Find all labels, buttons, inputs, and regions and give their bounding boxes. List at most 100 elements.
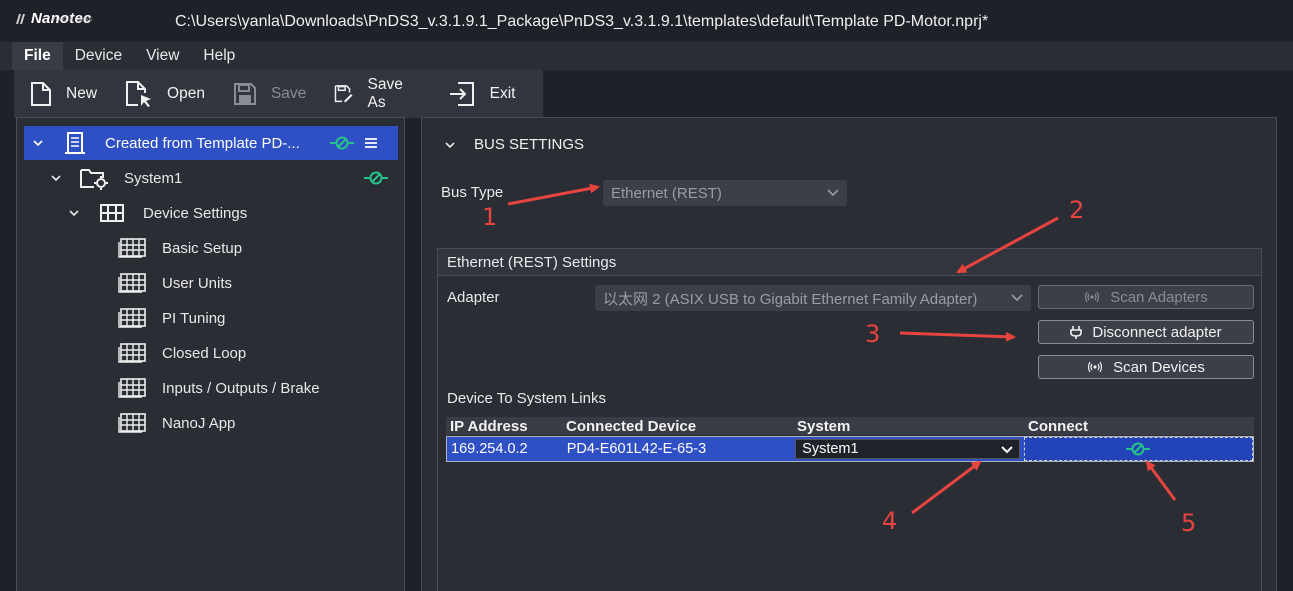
system-select[interactable]: System1 [795, 439, 1021, 459]
system-folder-gear-icon [80, 169, 108, 190]
save-as-icon [335, 85, 353, 103]
bus-type-value: Ethernet (REST) [611, 184, 722, 202]
annotation-label-1: 1 [482, 203, 498, 231]
logo-mark-icon [16, 13, 25, 24]
menu-bar: File Device View Help [0, 42, 1293, 70]
menu-file[interactable]: File [12, 42, 63, 70]
device-links-table: IP Address Connected Device System Conne… [446, 417, 1254, 462]
adapter-select[interactable]: 以太网 2 (ASIX USB to Gigabit Ethernet Fami… [595, 285, 1031, 311]
window-title: C:\Users\yanla\Downloads\PnDS3_v.3.1.9.1… [175, 13, 989, 30]
scan-devices-label: Scan Devices [1113, 358, 1205, 376]
tree-child-label: PI Tuning [162, 309, 226, 327]
scan-adapters-label: Scan Adapters [1110, 288, 1208, 306]
menu-icon[interactable] [365, 137, 377, 149]
open-button[interactable]: Open [125, 80, 205, 108]
new-button[interactable]: New [30, 81, 97, 107]
tree-child-label: Inputs / Outputs / Brake [162, 379, 320, 397]
ethernet-settings-title: Ethernet (REST) Settings [438, 249, 1261, 276]
header-ip-address: IP Address [450, 417, 528, 435]
annotation-label-5: 5 [1181, 509, 1197, 537]
header-system: System [797, 417, 851, 435]
save-as-label: Save As [367, 76, 403, 111]
chevron-down-icon[interactable] [68, 207, 80, 219]
save-as-button[interactable]: Save As [334, 76, 409, 112]
annotation-label-3: 3 [865, 320, 881, 348]
chevron-down-icon [1011, 294, 1023, 302]
annotation-label-4: 4 [882, 507, 898, 535]
table-grid-icon [118, 413, 146, 433]
chevron-down-icon [827, 189, 839, 197]
connected-plug-icon [364, 171, 388, 185]
chevron-down-icon[interactable] [32, 137, 44, 149]
table-grid-icon [118, 308, 146, 328]
chevron-down-icon [1001, 446, 1013, 454]
tree-item-inputs-outputs-brake[interactable]: Inputs / Outputs / Brake [17, 371, 406, 405]
scan-devices-button[interactable]: Scan Devices [1038, 355, 1254, 379]
tree-item-system[interactable]: System1 [17, 161, 406, 195]
menu-device[interactable]: Device [63, 42, 134, 70]
bus-type-label: Bus Type [441, 184, 504, 201]
table-grid-icon [118, 238, 146, 258]
bus-settings-panel: BUS SETTINGS Bus Type Ethernet (REST) Et… [421, 117, 1277, 591]
connect-toggle-button[interactable] [1023, 437, 1253, 461]
system-value: System1 [802, 441, 859, 457]
project-icon [65, 132, 85, 154]
tree-child-label: Closed Loop [162, 344, 247, 362]
table-grid-icon [118, 378, 146, 398]
tree-item-pi-tuning[interactable]: PI Tuning [17, 301, 406, 335]
new-label: New [66, 85, 98, 102]
tree-child-label: NanoJ App [162, 414, 236, 432]
tree-system-label: System1 [124, 169, 183, 187]
bus-settings-title: BUS SETTINGS [474, 136, 585, 153]
bus-settings-header[interactable]: BUS SETTINGS [444, 136, 584, 153]
save-disk-icon [233, 83, 256, 105]
table-row[interactable]: 169.254.0.2 PD4-E601L42-E-65-3 System1 [446, 436, 1254, 462]
table-header: IP Address Connected Device System Conne… [446, 417, 1254, 435]
tree-item-user-units[interactable]: User Units [17, 266, 406, 300]
connected-plug-icon [330, 136, 354, 150]
tree-item-nanoj-app[interactable]: NanoJ App [17, 406, 406, 440]
bus-type-select[interactable]: Ethernet (REST) [603, 180, 847, 206]
open-label: Open [167, 85, 205, 102]
project-tree-panel: Created from Template PD-... System1 Dev… [16, 117, 405, 591]
exit-icon [449, 82, 474, 106]
save-button[interactable]: Save [233, 82, 306, 106]
scan-adapters-button[interactable]: Scan Adapters [1038, 285, 1254, 309]
table-grid-icon [118, 343, 146, 363]
tree-child-label: Basic Setup [162, 239, 243, 257]
logo-tagline: PLUG & DRIVE [52, 17, 94, 23]
header-connect: Connect [1028, 417, 1088, 435]
exit-label: Exit [489, 85, 516, 102]
tree-item-device-settings[interactable]: Device Settings [17, 196, 406, 230]
broadcast-icon [1085, 291, 1100, 303]
table-grid-icon [118, 273, 146, 293]
disconnect-adapter-label: Disconnect adapter [1092, 323, 1222, 341]
plug-icon [1070, 326, 1083, 339]
tree-root-item[interactable]: Created from Template PD-... [24, 126, 398, 160]
tree-item-closed-loop[interactable]: Closed Loop [17, 336, 406, 370]
chevron-down-icon[interactable] [444, 139, 456, 151]
exit-button[interactable]: Exit [448, 81, 516, 107]
title-bar: Nanotec PLUG & DRIVE C:\Users\yanla\Down… [0, 0, 1293, 42]
chevron-down-icon[interactable] [50, 172, 62, 184]
tree-device-settings-label: Device Settings [143, 204, 248, 222]
cell-system: System1 [793, 437, 1023, 461]
open-file-icon [126, 81, 152, 107]
connected-plug-icon [1126, 442, 1151, 456]
save-label: Save [270, 85, 307, 102]
new-file-icon [31, 82, 51, 106]
disconnect-adapter-button[interactable]: Disconnect adapter [1038, 320, 1254, 344]
tree-child-label: User Units [162, 274, 233, 292]
menu-view[interactable]: View [134, 42, 191, 70]
adapter-label: Adapter [447, 289, 500, 306]
cell-connected-device: PD4-E601L42-E-65-3 [566, 441, 707, 457]
toolbar: New Open Save Save As Exit [14, 70, 543, 118]
header-connected-device: Connected Device [566, 417, 697, 435]
menu-help[interactable]: Help [191, 42, 247, 70]
adapter-value: 以太网 2 (ASIX USB to Gigabit Ethernet Fami… [603, 290, 978, 308]
tree-item-basic-setup[interactable]: Basic Setup [17, 231, 406, 265]
cell-ip-address: 169.254.0.2 [451, 441, 528, 457]
broadcast-icon [1088, 361, 1103, 373]
grid-icon [100, 204, 124, 222]
tree-root-label: Created from Template PD-... [105, 134, 300, 152]
